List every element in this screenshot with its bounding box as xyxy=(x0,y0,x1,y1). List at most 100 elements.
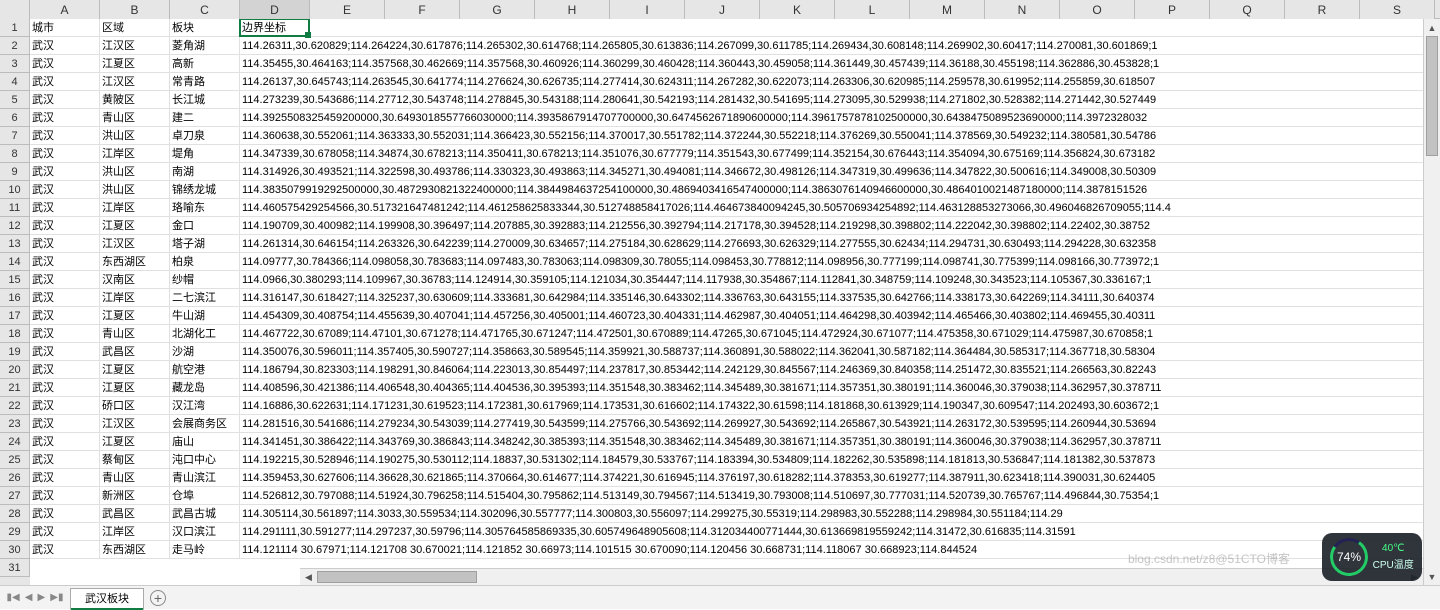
col-header-B[interactable]: B xyxy=(100,0,170,19)
row-header-5[interactable]: 5 xyxy=(0,91,30,109)
cell-A13[interactable]: 武汉 xyxy=(30,235,100,253)
row-header-3[interactable]: 3 xyxy=(0,55,30,73)
tab-next-icon[interactable]: ▶ xyxy=(38,592,46,603)
cell-A28[interactable]: 武汉 xyxy=(30,505,100,523)
col-header-L[interactable]: L xyxy=(835,0,910,19)
row-header-30[interactable]: 30 xyxy=(0,541,30,559)
cell-B4[interactable]: 江汉区 xyxy=(100,73,170,91)
cell-A27[interactable]: 武汉 xyxy=(30,487,100,505)
col-header-C[interactable]: C xyxy=(170,0,240,19)
cell-D14[interactable]: 114.09777,30.784366;114.098058,30.783683… xyxy=(240,253,1440,271)
cell-C3[interactable]: 高新 xyxy=(170,55,240,73)
cell-A26[interactable]: 武汉 xyxy=(30,469,100,487)
cell-A20[interactable]: 武汉 xyxy=(30,361,100,379)
cell-D8[interactable]: 114.347339,30.678058;114.34874,30.678213… xyxy=(240,145,1440,163)
cell-D12[interactable]: 114.190709,30.400982;114.199908,30.39649… xyxy=(240,217,1440,235)
cell-C7[interactable]: 卓刀泉 xyxy=(170,127,240,145)
row-header-1[interactable]: 1 xyxy=(0,19,30,37)
cell-B7[interactable]: 洪山区 xyxy=(100,127,170,145)
cell-A21[interactable]: 武汉 xyxy=(30,379,100,397)
col-header-I[interactable]: I xyxy=(610,0,685,19)
row-header-25[interactable]: 25 xyxy=(0,451,30,469)
cell-A25[interactable]: 武汉 xyxy=(30,451,100,469)
cell-A15[interactable]: 武汉 xyxy=(30,271,100,289)
cell-A11[interactable]: 武汉 xyxy=(30,199,100,217)
row-header-18[interactable]: 18 xyxy=(0,325,30,343)
tab-last-icon[interactable]: ▶▮ xyxy=(50,592,63,603)
row-header-14[interactable]: 14 xyxy=(0,253,30,271)
cell-C23[interactable]: 会展商务区 xyxy=(170,415,240,433)
cell-C9[interactable]: 南湖 xyxy=(170,163,240,181)
cell-B30[interactable]: 东西湖区 xyxy=(100,541,170,559)
row-header-27[interactable]: 27 xyxy=(0,487,30,505)
row-header-19[interactable]: 19 xyxy=(0,343,30,361)
col-header-R[interactable]: R xyxy=(1285,0,1360,19)
scroll-down-icon[interactable]: ▼ xyxy=(1424,568,1440,585)
row-header-12[interactable]: 12 xyxy=(0,217,30,235)
cell-D18[interactable]: 114.467722,30.67089;114.47101,30.671278;… xyxy=(240,325,1440,343)
cell-C8[interactable]: 堤角 xyxy=(170,145,240,163)
cell-B15[interactable]: 汉南区 xyxy=(100,271,170,289)
row-header-31[interactable]: 31 xyxy=(0,559,30,577)
cell-B6[interactable]: 青山区 xyxy=(100,109,170,127)
cell-C15[interactable]: 纱帽 xyxy=(170,271,240,289)
col-header-O[interactable]: O xyxy=(1060,0,1135,19)
cell-D16[interactable]: 114.316147,30.618427;114.325237,30.63060… xyxy=(240,289,1440,307)
scroll-left-icon[interactable]: ◀ xyxy=(300,569,317,585)
row-header-28[interactable]: 28 xyxy=(0,505,30,523)
cell-D10[interactable]: 114.3835079919292500000,30.4872930821322… xyxy=(240,181,1440,199)
cell-D9[interactable]: 114.314926,30.493521;114.322598,30.49378… xyxy=(240,163,1440,181)
row-header-24[interactable]: 24 xyxy=(0,433,30,451)
cell-C21[interactable]: 藏龙岛 xyxy=(170,379,240,397)
row-header-13[interactable]: 13 xyxy=(0,235,30,253)
cell-D11[interactable]: 114.460575429254566,30.517321647481242;1… xyxy=(240,199,1440,217)
cell-A18[interactable]: 武汉 xyxy=(30,325,100,343)
cell-B22[interactable]: 硚口区 xyxy=(100,397,170,415)
cell-D26[interactable]: 114.359453,30.627606;114.36628,30.621865… xyxy=(240,469,1440,487)
cell-C29[interactable]: 汉口滨江 xyxy=(170,523,240,541)
cell-A30[interactable]: 武汉 xyxy=(30,541,100,559)
cell-A17[interactable]: 武汉 xyxy=(30,307,100,325)
col-header-S[interactable]: S xyxy=(1360,0,1435,19)
cell-A3[interactable]: 武汉 xyxy=(30,55,100,73)
cell-A14[interactable]: 武汉 xyxy=(30,253,100,271)
horizontal-scrollbar[interactable]: ◀ ▶ xyxy=(300,568,1423,585)
col-header-J[interactable]: J xyxy=(685,0,760,19)
cell-B13[interactable]: 江汉区 xyxy=(100,235,170,253)
cell-D23[interactable]: 114.281516,30.541686;114.279234,30.54303… xyxy=(240,415,1440,433)
cell-A5[interactable]: 武汉 xyxy=(30,91,100,109)
cell-C4[interactable]: 常青路 xyxy=(170,73,240,91)
row-header-23[interactable]: 23 xyxy=(0,415,30,433)
cell-D20[interactable]: 114.186794,30.823303;114.198291,30.84606… xyxy=(240,361,1440,379)
cell-D19[interactable]: 114.350076,30.596011;114.357405,30.59072… xyxy=(240,343,1440,361)
cell-A24[interactable]: 武汉 xyxy=(30,433,100,451)
cell-A16[interactable]: 武汉 xyxy=(30,289,100,307)
row-header-26[interactable]: 26 xyxy=(0,469,30,487)
col-header-H[interactable]: H xyxy=(535,0,610,19)
vertical-scrollbar[interactable]: ▲ ▼ xyxy=(1423,19,1440,585)
cell-B26[interactable]: 青山区 xyxy=(100,469,170,487)
scroll-up-icon[interactable]: ▲ xyxy=(1424,19,1440,36)
col-header-Q[interactable]: Q xyxy=(1210,0,1285,19)
cell-C10[interactable]: 锦绣龙城 xyxy=(170,181,240,199)
cell-A9[interactable]: 武汉 xyxy=(30,163,100,181)
row-header-4[interactable]: 4 xyxy=(0,73,30,91)
cell-C22[interactable]: 汉江湾 xyxy=(170,397,240,415)
tab-nav-buttons[interactable]: ▮◀ ◀ ▶ ▶▮ xyxy=(0,592,70,603)
cell-D7[interactable]: 114.360638,30.552061;114.363333,30.55203… xyxy=(240,127,1440,145)
cell-B8[interactable]: 江岸区 xyxy=(100,145,170,163)
cell-A2[interactable]: 武汉 xyxy=(30,37,100,55)
col-header-P[interactable]: P xyxy=(1135,0,1210,19)
cell-B9[interactable]: 洪山区 xyxy=(100,163,170,181)
vscroll-thumb[interactable] xyxy=(1426,36,1438,156)
col-header-K[interactable]: K xyxy=(760,0,835,19)
cell-B18[interactable]: 青山区 xyxy=(100,325,170,343)
row-header-6[interactable]: 6 xyxy=(0,109,30,127)
add-sheet-button[interactable]: + xyxy=(146,587,170,609)
cell-C26[interactable]: 青山滨江 xyxy=(170,469,240,487)
cell-A10[interactable]: 武汉 xyxy=(30,181,100,199)
cell-D27[interactable]: 114.526812,30.797088;114.51924,30.796258… xyxy=(240,487,1440,505)
row-header-7[interactable]: 7 xyxy=(0,127,30,145)
cell-A1[interactable]: 城市 xyxy=(30,19,100,37)
cell-A4[interactable]: 武汉 xyxy=(30,73,100,91)
